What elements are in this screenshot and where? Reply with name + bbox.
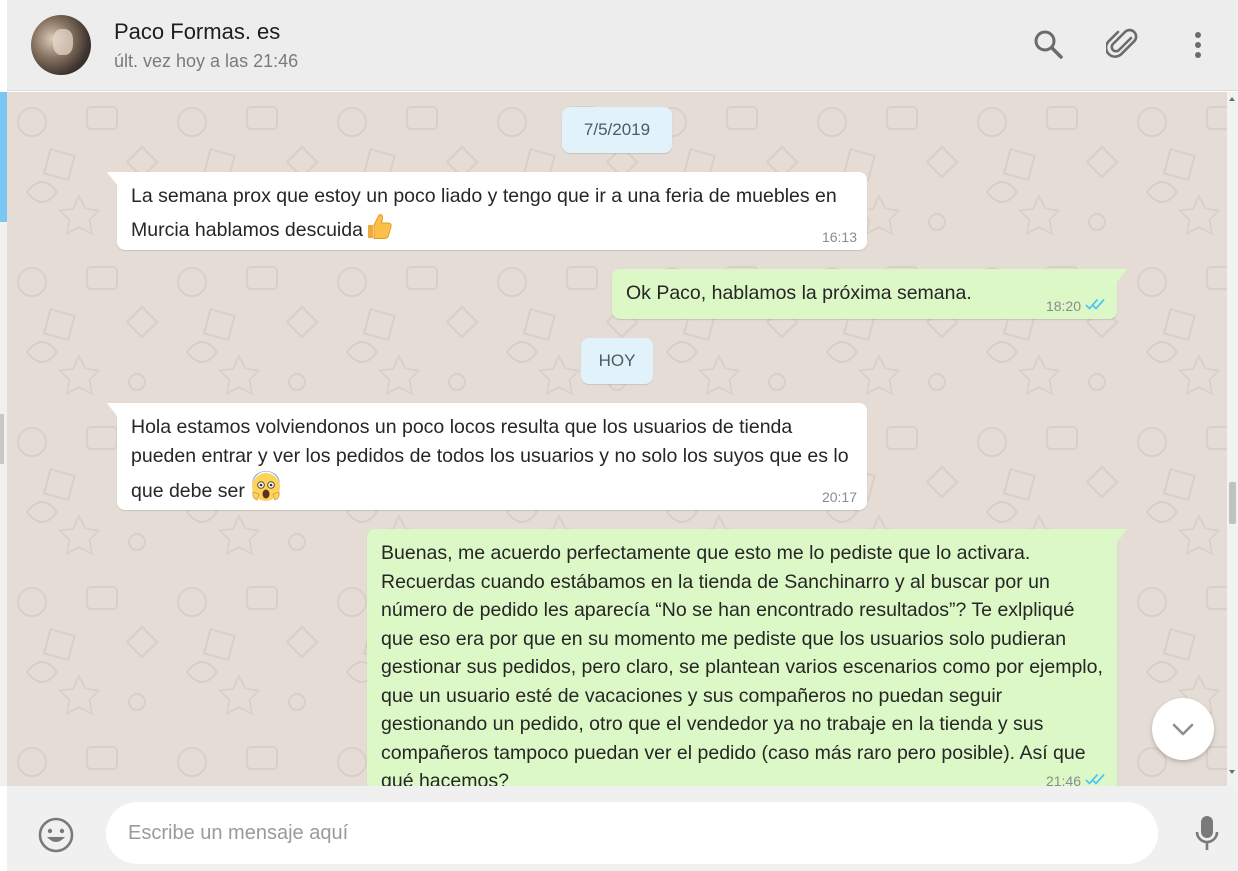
message-list[interactable]: 7/5/2019 La semana prox que estoy un poc…	[7, 92, 1227, 786]
whatsapp-web-window: Paco Formas. es últ. vez hoy a las 21:46	[0, 0, 1238, 871]
message-incoming[interactable]: La semana prox que estoy un poco liado y…	[107, 172, 867, 250]
chat-header: Paco Formas. es últ. vez hoy a las 21:46	[7, 0, 1238, 91]
message-time: 18:20	[1045, 297, 1081, 314]
last-seen-status: últ. vez hoy a las 21:46	[114, 51, 299, 71]
contact-name[interactable]: Paco Formas. es	[114, 19, 280, 45]
message-incoming[interactable]: Hola estamos volviendonos un poco locos …	[107, 403, 867, 511]
message-meta: 20:17	[822, 489, 857, 505]
chat-scrollbar-thumb[interactable]	[1229, 482, 1236, 524]
message-time: 16:13	[821, 229, 857, 245]
message-text: La semana prox que estoy un poco liado y…	[131, 185, 837, 241]
microphone-icon	[1195, 816, 1219, 850]
message-outgoing[interactable]: Buenas, me acuerdo perfectamente que est…	[367, 529, 1127, 786]
smiley-icon	[38, 817, 74, 853]
sidebar-scrollbar[interactable]	[0, 414, 4, 464]
composer-bar	[7, 786, 1238, 871]
message-time: 20:17	[821, 489, 857, 505]
chevron-down-icon	[1172, 723, 1194, 736]
search-icon[interactable]	[1032, 28, 1066, 62]
message-text: Hola estamos volviendonos un poco locos …	[131, 416, 849, 502]
message-time: 21:46	[1045, 772, 1081, 787]
scroll-to-bottom-button[interactable]	[1152, 698, 1214, 760]
date-chip: HOY	[581, 338, 653, 384]
message-meta: 18:20	[1046, 297, 1107, 314]
attach-icon[interactable]	[1106, 28, 1140, 62]
message-meta: 21:46	[1046, 772, 1107, 786]
scroll-up-arrow[interactable]	[1229, 97, 1235, 101]
thumbs-up-emoji	[363, 211, 393, 250]
date-chip: 7/5/2019	[562, 107, 672, 153]
message-meta: 16:13	[822, 229, 857, 245]
message-input[interactable]	[128, 803, 1128, 864]
emoji-button[interactable]	[37, 816, 75, 854]
read-ticks-icon	[1085, 297, 1107, 314]
message-text: Buenas, me acuerdo perfectamente que est…	[381, 542, 1103, 786]
selected-chat-indicator	[0, 92, 7, 222]
message-text: Ok Paco, hablamos la próxima semana.	[626, 282, 972, 304]
read-ticks-icon	[1085, 772, 1107, 786]
more-options-icon[interactable]	[1181, 28, 1215, 62]
sidebar-edge	[0, 92, 7, 786]
screaming-face-emoji	[250, 470, 282, 511]
avatar[interactable]	[31, 15, 91, 75]
message-outgoing[interactable]: Ok Paco, hablamos la próxima semana. 18:…	[612, 269, 1127, 319]
message-input-box[interactable]	[106, 802, 1158, 864]
microphone-button[interactable]	[1194, 814, 1220, 854]
scroll-down-arrow[interactable]	[1229, 770, 1235, 774]
chat-scrollbar[interactable]	[1227, 92, 1238, 786]
